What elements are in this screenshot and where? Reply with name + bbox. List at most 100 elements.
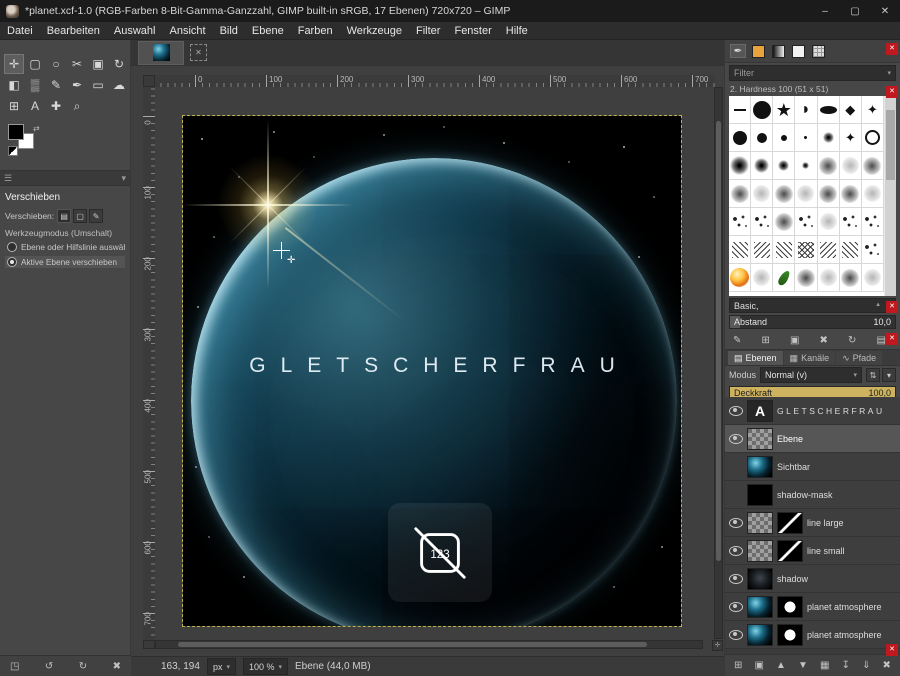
mode-switch-button[interactable]: ⇅ [866,368,880,382]
heal-tool-button[interactable]: ✚ [46,96,66,116]
brush-item[interactable] [840,180,862,208]
undo-icon[interactable]: ↺ [45,661,53,672]
brush-filter-input[interactable]: Filter ▾ [729,65,896,81]
brush-item[interactable] [818,152,840,180]
tab-layers[interactable]: ▤ Ebenen [728,351,783,365]
radio-move-active-layer[interactable]: Aktive Ebene verschieben [5,256,125,268]
redo-icon[interactable]: ↻ [79,661,87,672]
brush-item[interactable] [795,264,817,292]
clone-tool-button[interactable]: ⊞ [4,96,24,116]
brush-item[interactable] [773,96,795,124]
layer-row[interactable]: GLETSCHERFRAU [725,397,900,425]
layer-row[interactable]: Ebene [725,425,900,453]
brush-item[interactable] [773,264,795,292]
dock-close-button[interactable] [886,43,898,55]
image-tab-planet[interactable] [138,41,184,65]
brush-item[interactable] [795,180,817,208]
menu-item[interactable]: Fenster [447,22,498,40]
foreground-color-swatch[interactable] [8,124,24,140]
pencil-tool-button[interactable]: ✎ [46,75,66,95]
brush-item[interactable] [795,96,817,124]
open-brush-icon[interactable]: ▤ [876,335,885,346]
merge-layer-icon[interactable]: ⇓ [862,660,870,671]
spin-up-icon[interactable]: ▲ [875,303,881,308]
brush-item[interactable] [729,264,751,292]
brush-item[interactable] [840,208,862,236]
layer-row[interactable]: line small [725,537,900,565]
brush-item[interactable] [729,208,751,236]
brushes-tab[interactable]: ✒ [730,44,746,58]
horizontal-scrollbar[interactable] [155,640,703,649]
brush-item[interactable] [729,124,751,152]
brush-item[interactable] [818,96,840,124]
layer-visibility-toggle[interactable] [729,434,743,444]
layer-row[interactable]: planet atmosphere [725,621,900,649]
lower-layer-icon[interactable]: ▼ [798,660,808,671]
canvas-viewport[interactable]: GLETSCHERFRAU ✛ 123 [155,87,714,640]
tab-placeholder-icon[interactable]: ✕ [190,44,207,61]
menu-item[interactable]: Auswahl [107,22,163,40]
brush-item[interactable] [795,124,817,152]
brush-item[interactable] [862,180,884,208]
layer-row[interactable]: planet atmosphere [725,593,900,621]
layer-row[interactable]: shadow-mask [725,481,900,509]
menu-item[interactable]: Bearbeiten [40,22,107,40]
brush-item[interactable] [729,152,751,180]
menu-item[interactable]: Hilfe [499,22,535,40]
delete-layer-icon[interactable]: ✖ [883,660,891,671]
layer-visibility-toggle[interactable] [729,602,743,612]
toolbox-config-icon[interactable]: ◳ [10,661,19,672]
brush-item[interactable] [729,236,751,264]
layer-row[interactable]: shadow [725,565,900,593]
tab-paths[interactable]: ∿ Pfade [836,351,882,365]
brush-item[interactable] [818,124,840,152]
dock-close-button[interactable] [886,333,898,345]
delete-brush-icon[interactable]: ✖ [820,335,828,346]
brush-item[interactable] [751,264,773,292]
tool-options-tab-icon[interactable]: ☰ [4,173,12,184]
brush-item[interactable] [751,236,773,264]
delete-icon[interactable]: ✖ [113,661,121,672]
brush-item[interactable] [751,96,773,124]
brush-item[interactable] [729,96,751,124]
tab-channels[interactable]: ▦ Kanäle [784,351,836,365]
brush-item[interactable] [862,264,884,292]
new-layer-icon[interactable]: ⊞ [734,660,742,671]
brush-item[interactable] [751,208,773,236]
brush-item[interactable] [840,264,862,292]
brush-item[interactable] [773,124,795,152]
unit-select[interactable]: px▾ [207,658,236,675]
layer-visibility-toggle[interactable] [729,630,743,640]
gradients-tab[interactable] [770,44,786,58]
brush-item[interactable] [795,152,817,180]
brush-scrollbar[interactable] [885,96,896,296]
ellipse-select-tool-button[interactable]: ○ [46,54,66,74]
menu-item[interactable]: Ebene [245,22,291,40]
brush-item[interactable] [840,96,862,124]
duplicate-layer-icon[interactable]: ▦ [820,660,829,671]
raise-layer-icon[interactable]: ▲ [776,660,786,671]
layer-visibility-toggle[interactable] [729,518,743,528]
brush-item[interactable] [795,236,817,264]
zoom-select[interactable]: 100 %▾ [243,658,288,675]
brush-item[interactable] [862,152,884,180]
brush-item[interactable] [818,236,840,264]
brush-item[interactable] [729,180,751,208]
dock-close-button[interactable] [886,86,898,98]
dock-close-button[interactable] [886,301,898,313]
maximize-button[interactable]: ▢ [840,0,870,22]
brush-item[interactable] [751,124,773,152]
gradient-tool-button[interactable]: ▒ [25,75,45,95]
default-colors-icon[interactable] [8,146,18,156]
airbrush-tool-button[interactable]: ☁ [109,75,129,95]
layer-visibility-toggle[interactable] [729,406,743,416]
layer-visibility-toggle[interactable] [729,574,743,584]
brush-item[interactable] [795,208,817,236]
move-layer-mode-button[interactable]: ▤ [57,209,71,223]
brush-spacing-slider[interactable]: Abstand 10,0 [729,315,896,329]
bucket-fill-tool-button[interactable]: ◧ [4,75,24,95]
layer-mode-select[interactable]: Normal (v) ▾ [760,367,862,383]
radio-pick-layer-or-guide[interactable]: Ebene oder Hilfslinie auswählen [5,241,125,253]
layer-row[interactable]: Sichtbar [725,453,900,481]
palettes-tab[interactable] [790,44,806,58]
